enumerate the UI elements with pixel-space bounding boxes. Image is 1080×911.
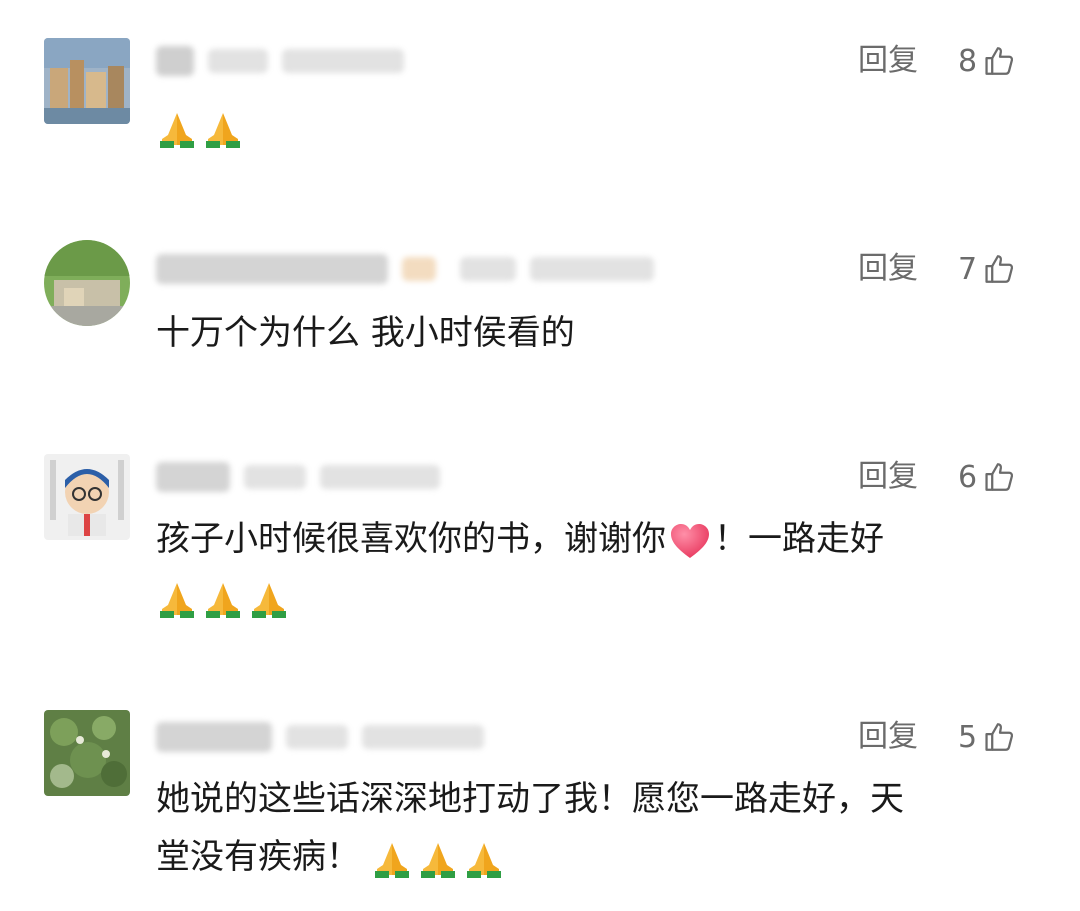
avatar[interactable] <box>44 38 130 124</box>
username-blurred[interactable] <box>156 254 388 284</box>
folded-hands-emoji <box>466 842 501 878</box>
thumbs-up-icon <box>985 463 1014 491</box>
folded-hands-emoji <box>206 112 240 148</box>
reply-button[interactable]: 回复 <box>858 36 918 86</box>
comment-text <box>156 98 1036 156</box>
badge-blurred <box>402 257 436 281</box>
folded-hands-emoji <box>374 842 409 878</box>
username-blurred[interactable] <box>156 462 230 492</box>
location-blurred <box>208 49 268 73</box>
like-button[interactable]: 5 <box>958 712 1017 762</box>
like-count: 5 <box>958 719 978 755</box>
like-button[interactable]: 7 <box>958 244 1017 294</box>
timestamp-blurred <box>362 725 484 749</box>
timestamp-blurred <box>282 49 404 73</box>
comment-text-part: 孩子小时候很喜欢你的书，谢谢你 <box>156 519 666 559</box>
like-count: 6 <box>958 459 978 495</box>
avatar[interactable] <box>44 240 130 326</box>
folded-hands-emoji <box>160 582 194 618</box>
comment-meta <box>156 452 440 502</box>
folded-hands-emoji <box>206 582 240 618</box>
folded-hands-emoji <box>420 842 455 878</box>
like-button[interactable]: 6 <box>958 452 1017 502</box>
comment-text-part: ！一路走好 <box>714 519 884 559</box>
like-count: 8 <box>958 43 978 79</box>
location-blurred <box>460 257 516 281</box>
thumbs-up-icon <box>985 255 1014 283</box>
like-button[interactable]: 8 <box>958 36 1017 86</box>
timestamp-blurred <box>530 257 654 281</box>
location-blurred <box>286 725 348 749</box>
red-heart-emoji <box>671 523 709 558</box>
reply-button[interactable]: 回复 <box>858 244 918 294</box>
comment-text: 孩子小时候很喜欢你的书，谢谢你 ！一路走好 <box>156 510 1036 626</box>
folded-hands-emoji <box>252 582 286 618</box>
location-blurred <box>244 465 306 489</box>
comment-text: 十万个为什么 我小时侯看的 <box>156 313 575 353</box>
thumbs-up-icon <box>985 723 1014 751</box>
comment-text-line: 堂没有疾病！ <box>156 837 360 877</box>
folded-hands-emoji <box>160 112 194 148</box>
comment-meta <box>156 244 654 294</box>
username-blurred[interactable] <box>156 46 194 76</box>
username-blurred[interactable] <box>156 722 272 752</box>
reply-button[interactable]: 回复 <box>858 452 918 502</box>
reply-button[interactable]: 回复 <box>858 712 918 762</box>
timestamp-blurred <box>320 465 440 489</box>
comment-meta <box>156 712 484 762</box>
avatar[interactable] <box>44 710 130 796</box>
avatar[interactable] <box>44 454 130 540</box>
like-count: 7 <box>958 251 978 287</box>
comment-text: 她说的这些话深深地打动了我！愿您一路走好，天 堂没有疾病！ <box>156 770 1036 886</box>
thumbs-up-icon <box>985 47 1014 75</box>
comment-text-line: 她说的这些话深深地打动了我！愿您一路走好，天 <box>156 779 904 819</box>
comment-meta <box>156 36 404 86</box>
